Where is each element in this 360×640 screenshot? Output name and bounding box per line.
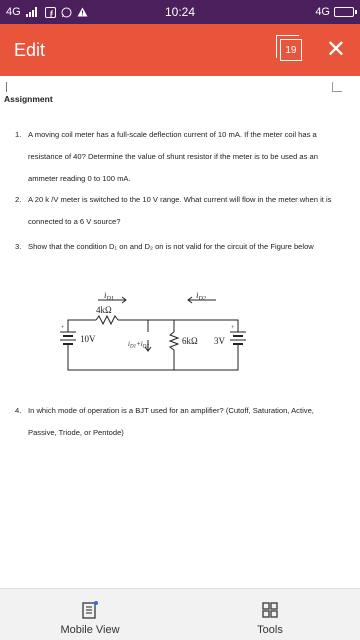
- svg-text:+: +: [61, 325, 65, 331]
- source-3v-label: 3V: [214, 336, 226, 346]
- status-left: 4G: [6, 6, 88, 18]
- question-text: A moving coil meter has a full-scale def…: [28, 130, 318, 183]
- middle-current-label: iD1+iD2: [128, 340, 149, 350]
- status-right: 4G: [315, 6, 357, 18]
- mobile-view-button[interactable]: Mobile View: [0, 589, 180, 640]
- facebook-icon: [44, 6, 56, 18]
- question-number: 4.: [15, 406, 22, 415]
- question-number: 3.: [15, 242, 22, 251]
- question-number: 2.: [15, 195, 22, 204]
- warning-icon: [77, 7, 88, 17]
- tools-button[interactable]: Tools: [180, 589, 360, 640]
- question-text: Show that the condition D₁ on and D₂ on …: [28, 242, 314, 251]
- app-bar: Edit 19 ✕: [0, 24, 360, 76]
- close-icon[interactable]: ✕: [326, 38, 346, 62]
- page-count-button[interactable]: 19: [275, 35, 302, 61]
- question-4: 4. In which mode of operation is a BJT u…: [15, 400, 337, 444]
- app-title: Edit: [14, 39, 46, 60]
- app-actions: 19 ✕: [275, 35, 346, 62]
- whatsapp-icon: [61, 7, 72, 17]
- document-view[interactable]: Assignment 1. A moving coil meter has a …: [0, 76, 360, 588]
- signal-icon: [25, 7, 37, 17]
- question-text: In which mode of operation is a BJT used…: [28, 406, 314, 437]
- status-bar: 4G 10:24 4G: [0, 0, 360, 24]
- resistor-6k-label: 6kΩ: [182, 336, 198, 346]
- svg-text:+: +: [231, 325, 235, 331]
- bottom-toolbar: Mobile View Tools: [0, 588, 360, 640]
- circuit-diagram: iD1 iD2 4kΩ 10V 6kΩ 3V iD1+iD2 + +: [60, 292, 246, 371]
- page-corner-mark-right: [332, 82, 342, 92]
- question-number: 1.: [15, 130, 22, 139]
- source-10v-label: 10V: [80, 334, 96, 344]
- question-1: 1. A moving coil meter has a full-scale …: [15, 124, 337, 190]
- network-type-right: 4G: [315, 6, 330, 18]
- page-count-label: 19: [285, 44, 297, 56]
- question-text: A 20 k /V meter is switched to the 10 V …: [28, 195, 332, 226]
- network-type-left: 4G: [6, 6, 21, 18]
- document-heading: Assignment: [4, 94, 53, 104]
- battery-icon: [334, 7, 357, 17]
- question-3: 3. Show that the condition D₁ on and D₂ …: [15, 236, 337, 258]
- resistor-4k-label: 4kΩ: [96, 305, 112, 315]
- page-corner-mark: [6, 82, 7, 92]
- mobile-view-label: Mobile View: [60, 624, 120, 636]
- mobile-view-icon: [82, 601, 98, 619]
- tools-grid-icon: [262, 602, 278, 618]
- tools-label: Tools: [257, 624, 283, 636]
- question-2: 2. A 20 k /V meter is switched to the 10…: [15, 189, 337, 233]
